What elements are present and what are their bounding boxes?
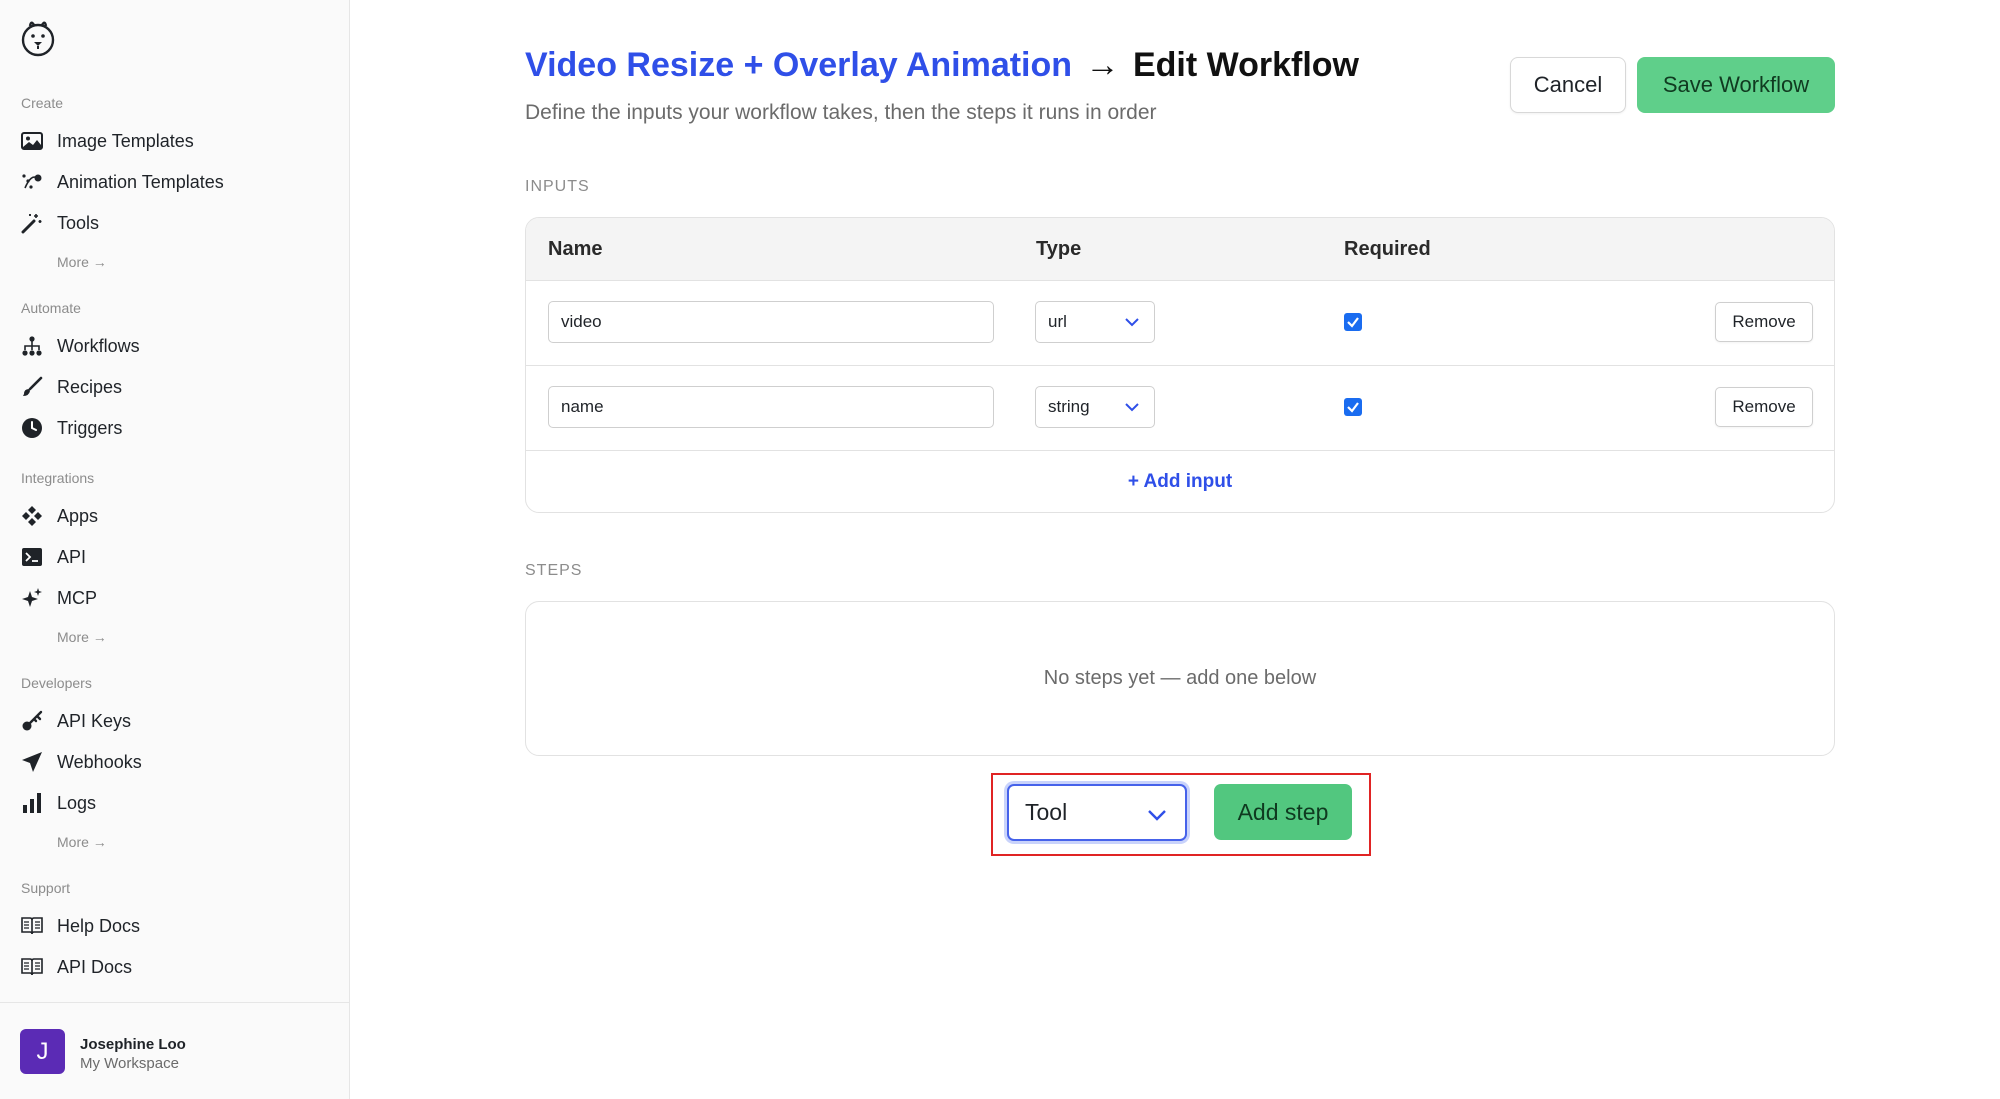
clock-icon <box>20 416 44 440</box>
animation-icon <box>20 170 44 194</box>
steps-list: No steps yet — add one below <box>525 601 1835 756</box>
user-profile[interactable]: J Josephine Loo My Workspace <box>0 1002 349 1099</box>
sidebar-item-triggers[interactable]: Triggers <box>20 411 330 445</box>
sidebar-item-label: Workflows <box>57 335 140 356</box>
sidebar-item-label: API <box>57 546 87 567</box>
sidebar-item-api-docs[interactable]: API Docs <box>20 950 330 984</box>
more-link-integrations[interactable]: More → <box>57 629 107 645</box>
table-row: url Remove <box>526 281 1834 366</box>
input-type-select[interactable]: url <box>1035 301 1155 343</box>
sidebar-item-recipes[interactable]: Recipes <box>20 370 330 404</box>
sidebar-item-label: Animation Templates <box>57 171 224 192</box>
section-label-support: Support <box>21 880 71 896</box>
chevron-down-icon <box>1148 810 1166 821</box>
checkmark-icon <box>1347 317 1359 328</box>
sidebar-item-tools[interactable]: Tools <box>20 206 330 240</box>
sidebar-item-label: Apps <box>57 505 99 526</box>
sidebar-item-api-keys[interactable]: API Keys <box>20 704 330 738</box>
sidebar-item-label: Help Docs <box>57 915 141 936</box>
bar-chart-icon <box>20 791 44 815</box>
required-checkbox[interactable] <box>1344 398 1362 416</box>
inputs-table: Name Type Required url Remove string Rem… <box>525 217 1835 513</box>
section-label-create: Create <box>21 95 64 111</box>
sidebar-item-apps[interactable]: Apps <box>20 499 330 533</box>
user-name: Josephine Loo <box>80 1036 186 1053</box>
sidebar-item-label: MCP <box>57 587 97 608</box>
section-label-automate: Automate <box>21 300 81 316</box>
input-type-value: string <box>1048 397 1090 416</box>
sidebar-item-label: Recipes <box>57 376 123 397</box>
input-type-select[interactable]: string <box>1035 386 1155 428</box>
sidebar-nav[interactable]: Create Image Templates Animation Templat… <box>0 0 349 1002</box>
terminal-icon <box>20 545 44 569</box>
page-title: Video Resize + Overlay Animation → Edit … <box>525 46 1359 85</box>
sidebar-item-api[interactable]: API <box>20 540 330 574</box>
workspace-name: My Workspace <box>80 1055 179 1072</box>
brush-icon <box>20 375 44 399</box>
steps-empty-message: No steps yet — add one below <box>1043 667 1317 689</box>
column-header-required: Required <box>1344 238 1431 260</box>
column-header-name: Name <box>548 238 603 260</box>
sidebar-item-mcp[interactable]: MCP <box>20 581 330 615</box>
image-icon <box>20 129 44 153</box>
sidebar-item-label: Image Templates <box>57 130 194 151</box>
key-icon <box>20 709 44 733</box>
section-label-developers: Developers <box>21 675 92 691</box>
input-name-field[interactable] <box>548 301 994 343</box>
page-title-text: Edit Workflow <box>1132 46 1359 84</box>
step-type-select[interactable]: Tool <box>1007 784 1187 841</box>
save-workflow-button[interactable]: Save Workflow <box>1637 57 1835 113</box>
add-step-button[interactable]: Add step <box>1214 784 1352 840</box>
sidebar-item-label: Webhooks <box>57 751 142 772</box>
sidebar-item-animation-templates[interactable]: Animation Templates <box>20 165 330 199</box>
magic-wand-icon <box>20 211 44 235</box>
input-type-value: url <box>1048 312 1067 331</box>
more-link-developers[interactable]: More → <box>57 834 107 850</box>
avatar: J <box>20 1029 65 1074</box>
sidebar-item-label: Logs <box>57 792 97 813</box>
breadcrumb-arrow-icon: → <box>1085 46 1120 84</box>
steps-section-label: STEPS <box>525 562 583 579</box>
bear-logo-icon[interactable] <box>19 16 57 58</box>
chevron-down-icon <box>1125 403 1139 412</box>
book-icon <box>20 955 44 979</box>
sidebar-item-label: API Docs <box>57 956 133 977</box>
add-input-button[interactable]: + Add input <box>526 451 1834 512</box>
section-label-integrations: Integrations <box>21 470 95 486</box>
column-header-type: Type <box>1036 238 1082 260</box>
required-checkbox[interactable] <box>1344 313 1362 331</box>
sidebar-item-webhooks[interactable]: Webhooks <box>20 745 330 779</box>
sidebar-item-help-docs[interactable]: Help Docs <box>20 909 330 943</box>
breadcrumb-workflow-link[interactable]: Video Resize + Overlay Animation <box>525 46 1072 84</box>
sidebar: Create Image Templates Animation Templat… <box>0 0 350 1099</box>
sidebar-item-label: Triggers <box>57 417 123 438</box>
sidebar-item-label: API Keys <box>57 710 132 731</box>
more-link-create[interactable]: More → <box>57 254 107 270</box>
remove-input-button[interactable]: Remove <box>1715 302 1813 342</box>
cancel-button[interactable]: Cancel <box>1510 57 1626 113</box>
sparkle-icon <box>20 586 44 610</box>
apps-icon <box>20 504 44 528</box>
workflow-icon <box>20 334 44 358</box>
remove-input-button[interactable]: Remove <box>1715 387 1813 427</box>
sidebar-item-logs[interactable]: Logs <box>20 786 330 820</box>
chevron-down-icon <box>1125 318 1139 327</box>
page-subtitle: Define the inputs your workflow takes, t… <box>525 101 1157 124</box>
sidebar-item-image-templates[interactable]: Image Templates <box>20 124 330 158</box>
sidebar-item-label: Tools <box>57 212 100 233</box>
book-icon <box>20 914 44 938</box>
checkmark-icon <box>1347 402 1359 413</box>
inputs-section-label: INPUTS <box>525 178 590 195</box>
step-type-value: Tool <box>1025 799 1068 825</box>
input-name-field[interactable] <box>548 386 994 428</box>
send-icon <box>20 750 44 774</box>
table-row: string Remove <box>526 366 1834 451</box>
inputs-table-header: Name Type Required <box>526 218 1834 281</box>
sidebar-item-workflows[interactable]: Workflows <box>20 329 330 363</box>
